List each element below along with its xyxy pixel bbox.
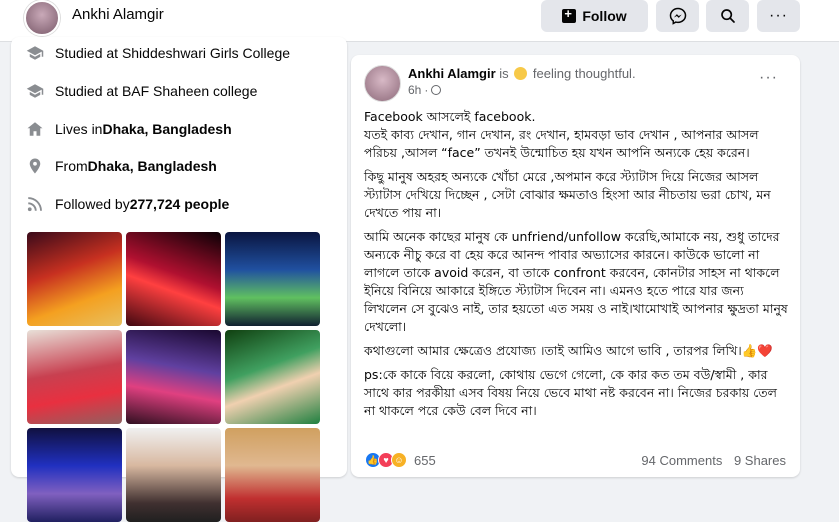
intro-item-link[interactable]: Dhaka, Bangladesh bbox=[88, 158, 217, 174]
photo-4[interactable] bbox=[27, 330, 122, 424]
intro-item-link[interactable]: Dhaka, Bangladesh bbox=[102, 121, 231, 137]
post-header: Ankhi Alamgir is feeling thoughtful. bbox=[408, 66, 636, 81]
intro-item-education-1: Studied at Shiddeshwari Girls College bbox=[25, 43, 290, 63]
graduation-cap-icon bbox=[25, 43, 45, 63]
search-button[interactable] bbox=[706, 0, 749, 32]
rss-icon bbox=[25, 194, 45, 214]
photo-7[interactable] bbox=[27, 428, 122, 522]
intro-item-text: From bbox=[55, 158, 88, 174]
profile-name[interactable]: Ankhi Alamgir bbox=[72, 6, 164, 23]
follow-button[interactable]: Follow bbox=[541, 0, 648, 32]
follow-label: Follow bbox=[582, 8, 627, 24]
post-timestamp[interactable]: 6h · bbox=[408, 83, 442, 97]
photo-5[interactable] bbox=[126, 330, 221, 424]
post-stats: 94 Comments 9 Shares bbox=[633, 453, 786, 468]
profile-avatar[interactable] bbox=[24, 0, 60, 36]
intro-item-text: Studied at Shiddeshwari Girls College bbox=[55, 45, 291, 61]
post-paragraph: আমি অনেক কাছের মানুষ কে unfriend/unfollo… bbox=[364, 229, 788, 334]
post-card: Ankhi Alamgir is feeling thoughtful. 6h … bbox=[351, 55, 800, 477]
care-reaction-icon: ☺ bbox=[391, 452, 407, 468]
post-paragraph: কিছু মানুষ অহরহ অন্যকে খোঁচা মেরে ,অপমান… bbox=[364, 169, 771, 220]
post-more-button[interactable]: ··· bbox=[759, 69, 778, 87]
intro-item-education-2: Studied at BAF Shaheen college bbox=[25, 81, 257, 101]
intro-item-from: From Dhaka, Bangladesh bbox=[25, 156, 217, 176]
photo-9[interactable] bbox=[225, 428, 320, 522]
messenger-button[interactable] bbox=[656, 0, 699, 32]
more-icon: ··· bbox=[769, 7, 788, 24]
search-icon bbox=[720, 9, 735, 23]
post-time-text: 6h bbox=[408, 83, 422, 97]
globe-icon bbox=[431, 85, 442, 95]
thoughtful-emoji-icon bbox=[514, 67, 528, 80]
post-author-name[interactable]: Ankhi Alamgir bbox=[408, 66, 496, 81]
post-paragraph: কথাগুলো আমার ক্ষেত্রেও প্রযোজ্য ।তাই আমি… bbox=[364, 343, 773, 358]
intro-item-text: Lives in bbox=[55, 121, 103, 137]
graduation-cap-icon bbox=[25, 81, 45, 101]
photo-1[interactable] bbox=[27, 232, 122, 326]
location-pin-icon bbox=[25, 156, 45, 176]
intro-item-lives-in: Lives in Dhaka, Bangladesh bbox=[25, 119, 232, 139]
messenger-icon bbox=[669, 7, 686, 25]
post-is-text: is bbox=[499, 66, 509, 81]
post-paragraph: ps:কে কাকে বিয়ে করলো, কোথায় ভেগে গেলো,… bbox=[364, 367, 777, 418]
reaction-summary[interactable]: 👍 ♥ ☺ 655 bbox=[365, 452, 436, 468]
home-icon bbox=[25, 119, 45, 139]
reaction-count: 655 bbox=[414, 452, 436, 468]
post-body: Facebook আসলেই facebook. যতই কাব্য দেখান… bbox=[364, 108, 790, 426]
intro-item-followers: Followed by 277,724 people bbox=[25, 194, 229, 214]
intro-card: Studied at Shiddeshwari Girls College St… bbox=[11, 37, 347, 522]
top-bar: Ankhi Alamgir Follow ··· bbox=[0, 0, 839, 42]
more-options-button[interactable]: ··· bbox=[757, 0, 800, 32]
photo-3[interactable] bbox=[225, 232, 320, 326]
comments-count[interactable]: 94 Comments bbox=[641, 453, 722, 468]
photo-6[interactable] bbox=[225, 330, 320, 424]
shares-count[interactable]: 9 Shares bbox=[734, 453, 786, 468]
post-author-avatar[interactable] bbox=[364, 65, 401, 102]
follow-icon bbox=[562, 6, 577, 23]
photo-8[interactable] bbox=[126, 428, 221, 522]
intro-item-link[interactable]: 277,724 people bbox=[130, 196, 230, 212]
post-feeling: feeling thoughtful. bbox=[532, 66, 636, 81]
post-paragraph: Facebook আসলেই facebook. যতই কাব্য দেখান… bbox=[364, 109, 759, 160]
intro-item-text: Studied at BAF Shaheen college bbox=[55, 83, 258, 99]
photo-2[interactable] bbox=[126, 232, 221, 326]
intro-item-text: Followed by bbox=[55, 196, 130, 212]
